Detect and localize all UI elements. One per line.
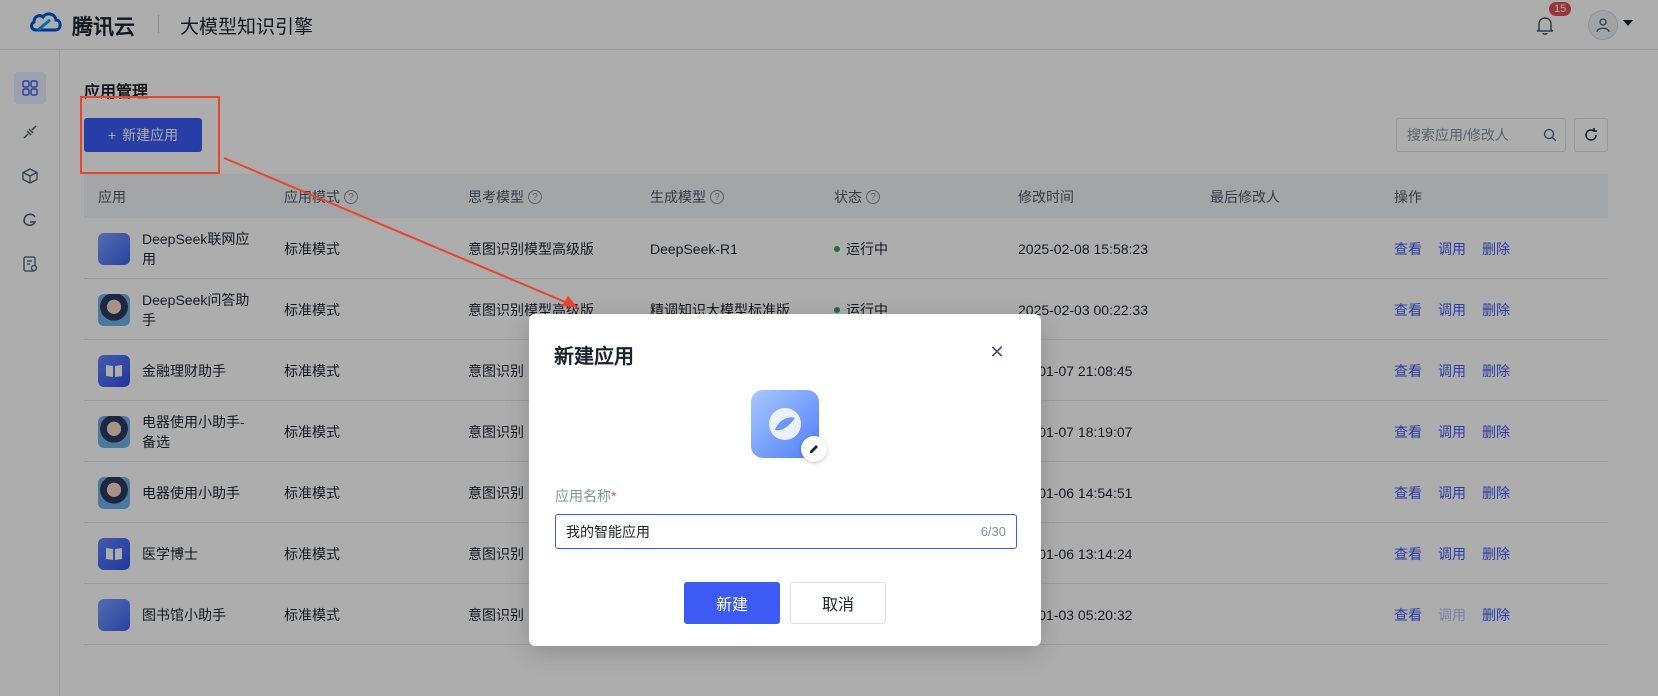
app-name-label: 应用名称* <box>555 486 616 506</box>
char-count: 6/30 <box>980 524 1006 539</box>
dialog-title: 新建应用 <box>554 346 634 368</box>
app-name-input[interactable]: 我的智能应用 6/30 <box>555 514 1017 549</box>
app-name-label-text: 应用名称 <box>555 488 611 504</box>
create-button[interactable]: 新建 <box>684 582 780 624</box>
required-mark: * <box>611 488 617 504</box>
edit-pencil-icon[interactable] <box>801 436 827 462</box>
app-logo-icon <box>769 408 801 440</box>
new-app-dialog: 新建应用 ✕ 应用名称* 我的智能应用 6/30 新建 取消 <box>529 314 1041 646</box>
app-name-input-value: 我的智能应用 <box>566 523 650 540</box>
annotation-highlight-box <box>80 96 220 174</box>
close-icon[interactable]: ✕ <box>987 342 1007 362</box>
cancel-button[interactable]: 取消 <box>790 582 886 624</box>
